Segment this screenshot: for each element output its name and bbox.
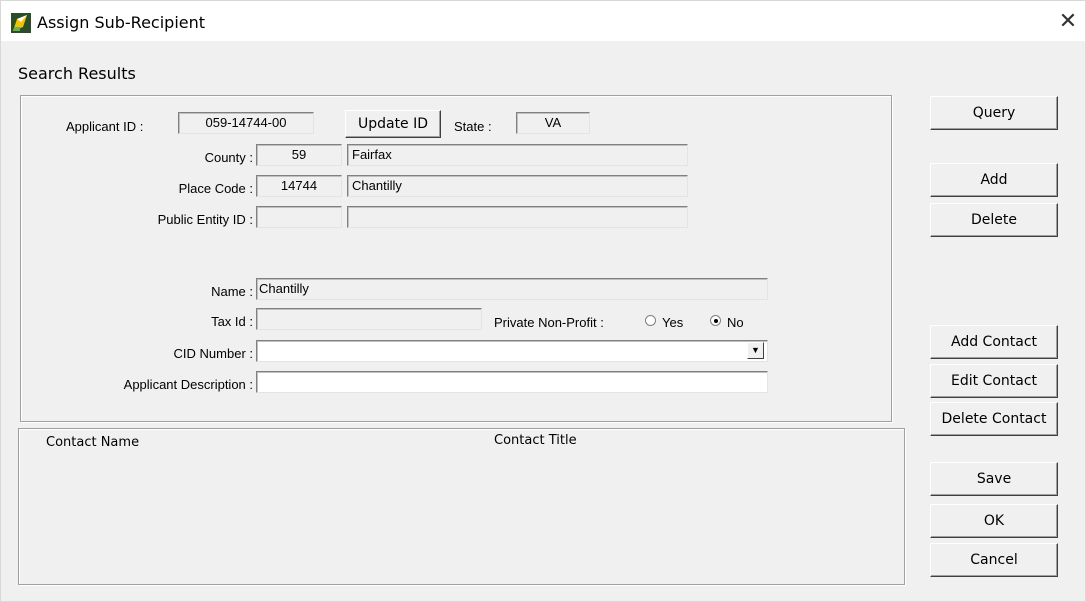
title-bar[interactable]: Assign Sub-Recipient ✕	[1, 1, 1085, 41]
ok-button[interactable]: OK	[930, 504, 1058, 538]
delete-contact-button[interactable]: Delete Contact	[930, 402, 1058, 436]
state-field: VA	[516, 112, 590, 134]
county-name-field: Fairfax	[347, 144, 688, 166]
chevron-down-icon[interactable]: ▼	[747, 342, 764, 359]
public-entity-code-field	[256, 206, 342, 228]
add-button[interactable]: Add	[930, 163, 1058, 197]
applicant-description-input[interactable]	[256, 371, 768, 393]
save-button[interactable]: Save	[930, 462, 1058, 496]
name-field: Chantilly	[256, 278, 768, 300]
cancel-button[interactable]: Cancel	[930, 543, 1058, 577]
add-contact-button[interactable]: Add Contact	[930, 325, 1058, 359]
update-id-button[interactable]: Update ID	[345, 110, 441, 138]
name-label: Name :	[211, 284, 253, 299]
cid-number-combobox[interactable]	[256, 340, 768, 362]
pencil-grant-icon	[11, 13, 31, 33]
applicant-id-field: 059-14744-00	[178, 112, 314, 134]
window-title: Assign Sub-Recipient	[37, 13, 206, 32]
state-label: State :	[454, 119, 492, 134]
private-nonprofit-yes-label: Yes	[662, 315, 684, 330]
place-name-field: Chantilly	[347, 175, 688, 197]
place-code-label: Place Code :	[178, 181, 253, 196]
tax-id-field	[256, 308, 482, 330]
county-label: County :	[204, 150, 253, 165]
section-title: Search Results	[18, 64, 136, 83]
public-entity-id-label: Public Entity ID :	[157, 212, 253, 227]
private-nonprofit-label: Private Non-Profit :	[494, 315, 604, 330]
public-entity-name-field	[347, 206, 688, 228]
contact-title-column-header: Contact Title	[494, 433, 577, 448]
edit-contact-button[interactable]: Edit Contact	[930, 364, 1058, 398]
contact-name-column-header: Contact Name	[46, 435, 140, 450]
query-button[interactable]: Query	[930, 96, 1058, 130]
place-code-field: 14744	[256, 175, 342, 197]
contacts-list[interactable]	[18, 428, 905, 585]
private-nonprofit-no-radio[interactable]	[710, 315, 721, 326]
close-icon[interactable]: ✕	[1053, 7, 1083, 37]
private-nonprofit-yes-radio[interactable]	[645, 315, 656, 326]
cid-number-label: CID Number :	[173, 346, 253, 361]
county-code-field: 59	[256, 144, 342, 166]
tax-id-label: Tax Id :	[211, 314, 253, 329]
applicant-id-label: Applicant ID :	[66, 119, 144, 134]
delete-button[interactable]: Delete	[930, 203, 1058, 237]
applicant-description-label: Applicant Description :	[123, 377, 253, 392]
private-nonprofit-no-label: No	[727, 315, 744, 330]
